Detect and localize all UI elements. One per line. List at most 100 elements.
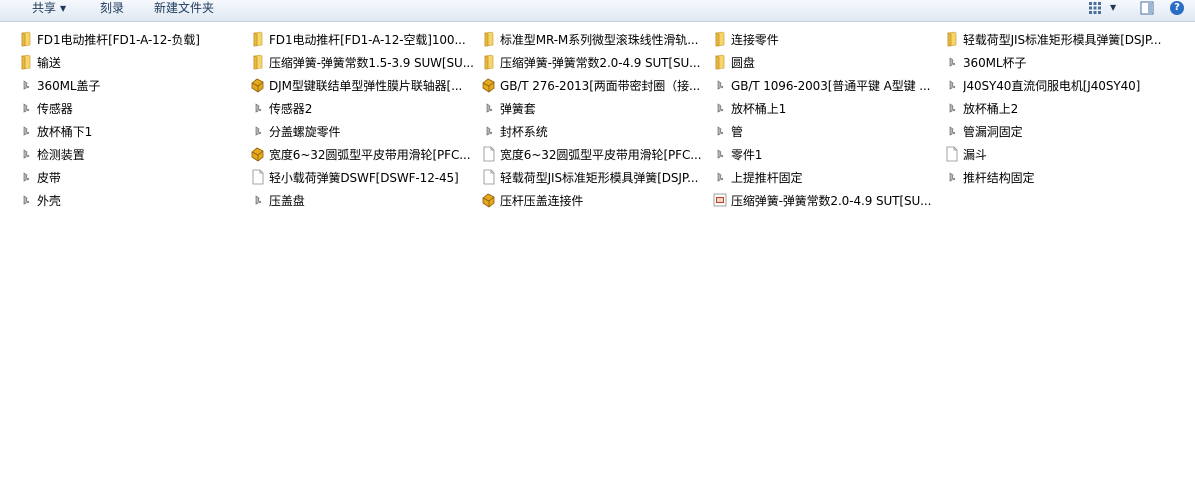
drawing-icon [712, 192, 728, 208]
file-item-label: 压缩弹簧-弹簧常数1.5-3.9 SUW[SU... [269, 55, 474, 70]
part-icon [250, 123, 266, 139]
help-icon[interactable]: ? [1170, 1, 1184, 15]
part-icon [944, 123, 960, 139]
burn-label: 刻录 [100, 1, 125, 15]
file-item[interactable]: 放杯桶下1 [18, 121, 244, 141]
file-item[interactable]: DJM型键联结单型弹性膜片联轴器[... [250, 75, 476, 95]
part-icon [712, 169, 728, 185]
part-icon [712, 100, 728, 116]
file-item[interactable]: 标准型MR-M系列微型滚珠线性滑轨... [481, 29, 707, 49]
file-item[interactable]: 圆盘 [712, 52, 938, 72]
folder-icon [481, 31, 497, 47]
part-icon [18, 100, 34, 116]
file-item[interactable]: 分盖螺旋零件 [250, 121, 476, 141]
file-item[interactable]: FD1电动推杆[FD1-A-12-空载]100... [250, 29, 476, 49]
file-item[interactable]: 推杆结构固定 [944, 167, 1170, 187]
assembly-icon [481, 77, 497, 93]
file-item-label: FD1电动推杆[FD1-A-12-空载]100... [269, 32, 466, 47]
part-icon [944, 77, 960, 93]
file-item[interactable]: 弹簧套 [481, 98, 707, 118]
file-item[interactable]: 压缩弹簧-弹簧常数1.5-3.9 SUW[SU... [250, 52, 476, 72]
file-item-label: 推杆结构固定 [963, 170, 1035, 185]
file-item[interactable]: 360ML杯子 [944, 52, 1170, 72]
file-item[interactable]: 放杯桶上1 [712, 98, 938, 118]
file-item[interactable]: 压盖盘 [250, 190, 476, 210]
file-item-label: 压缩弹簧-弹簧常数2.0-4.9 SUT[SU... [500, 55, 701, 70]
part-icon [481, 123, 497, 139]
part-icon [944, 100, 960, 116]
file-item[interactable]: 检测装置 [18, 144, 244, 164]
file-item[interactable]: 压缩弹簧-弹簧常数2.0-4.9 SUT[SU... [481, 52, 707, 72]
assembly-icon [250, 77, 266, 93]
folder-icon [712, 54, 728, 70]
file-item[interactable]: J40SY40直流伺服电机[J40SY40] [944, 75, 1170, 95]
part-icon [944, 169, 960, 185]
file-item[interactable]: 宽度6~32圆弧型平皮带用滑轮[PFC... [250, 144, 476, 164]
file-item[interactable]: 传感器2 [250, 98, 476, 118]
file-item[interactable]: 放杯桶上2 [944, 98, 1170, 118]
file-item[interactable]: 轻载荷型JIS标准矩形模具弹簧[DSJP... [944, 29, 1170, 49]
folder-icon [18, 54, 34, 70]
file-item[interactable]: 管漏洞固定 [944, 121, 1170, 141]
new-folder-label: 新建文件夹 [154, 1, 215, 15]
part-icon [944, 54, 960, 70]
file-item-label: 放杯桶上2 [963, 101, 1019, 116]
file-item[interactable]: GB/T 1096-2003[普通平键 A型键 ... [712, 75, 938, 95]
preview-pane-icon[interactable] [1140, 1, 1154, 15]
file-item-label: GB/T 1096-2003[普通平键 A型键 ... [731, 78, 931, 93]
file-item[interactable]: 轻载荷型JIS标准矩形模具弹簧[DSJP... [481, 167, 707, 187]
view-dropdown-chevron-icon[interactable]: ▼ [1110, 0, 1116, 18]
file-item[interactable]: 轻小载荷弹簧DSWF[DSWF-12-45] [250, 167, 476, 187]
document-icon [250, 169, 266, 185]
share-label: 共享 [32, 1, 57, 15]
file-item[interactable]: 传感器 [18, 98, 244, 118]
file-item-label: 上提推杆固定 [731, 170, 803, 185]
file-item[interactable]: 上提推杆固定 [712, 167, 938, 187]
file-item[interactable]: GB/T 276-2013[两面带密封圈（接... [481, 75, 707, 95]
file-item[interactable]: 漏斗 [944, 144, 1170, 164]
file-item-label: 宽度6~32圆弧型平皮带用滑轮[PFC... [269, 147, 471, 162]
file-item-label: GB/T 276-2013[两面带密封圈（接... [500, 78, 701, 93]
share-button[interactable]: 共享 ▼ [28, 0, 70, 18]
file-item-label: DJM型键联结单型弹性膜片联轴器[... [269, 78, 463, 93]
file-item-label: 检测装置 [37, 147, 85, 162]
file-item[interactable]: 压缩弹簧-弹簧常数2.0-4.9 SUT[SU... [712, 190, 938, 210]
folder-icon [18, 31, 34, 47]
burn-button[interactable]: 刻录 [96, 0, 128, 18]
file-item-label: J40SY40直流伺服电机[J40SY40] [963, 78, 1141, 93]
file-item[interactable]: 360ML盖子 [18, 75, 244, 95]
file-item[interactable]: 管 [712, 121, 938, 141]
file-item-label: 漏斗 [963, 147, 987, 162]
file-item-label: 放杯桶上1 [731, 101, 787, 116]
file-item[interactable]: 压杆压盖连接件 [481, 190, 707, 210]
part-icon [18, 77, 34, 93]
file-item-label: 放杯桶下1 [37, 124, 93, 139]
file-item[interactable]: 皮带 [18, 167, 244, 187]
file-item[interactable]: 宽度6~32圆弧型平皮带用滑轮[PFC... [481, 144, 707, 164]
file-item-label: 宽度6~32圆弧型平皮带用滑轮[PFC... [500, 147, 702, 162]
file-item-label: 压缩弹簧-弹簧常数2.0-4.9 SUT[SU... [731, 193, 932, 208]
file-item[interactable]: 输送 [18, 52, 244, 72]
command-bar: 共享 ▼ 刻录 新建文件夹 ▼ ? [0, 0, 1195, 22]
folder-icon [250, 54, 266, 70]
file-item[interactable]: FD1电动推杆[FD1-A-12-负载] [18, 29, 244, 49]
new-folder-button[interactable]: 新建文件夹 [150, 0, 218, 18]
part-icon [712, 77, 728, 93]
document-icon [481, 169, 497, 185]
file-item[interactable]: 外壳 [18, 190, 244, 210]
file-item[interactable]: 连接零件 [712, 29, 938, 49]
file-item-label: FD1电动推杆[FD1-A-12-负载] [37, 32, 200, 47]
file-item[interactable]: 封杯系统 [481, 121, 707, 141]
part-icon [250, 192, 266, 208]
file-item[interactable]: 零件1 [712, 144, 938, 164]
file-item-label: 管漏洞固定 [963, 124, 1023, 139]
file-item-label: 连接零件 [731, 32, 779, 47]
file-item-label: 弹簧套 [500, 101, 536, 116]
chevron-down-icon: ▼ [60, 4, 67, 13]
view-options-icon[interactable] [1088, 1, 1102, 15]
part-icon [712, 123, 728, 139]
folder-icon [712, 31, 728, 47]
part-icon [712, 146, 728, 162]
assembly-icon [250, 146, 266, 162]
part-icon [18, 123, 34, 139]
